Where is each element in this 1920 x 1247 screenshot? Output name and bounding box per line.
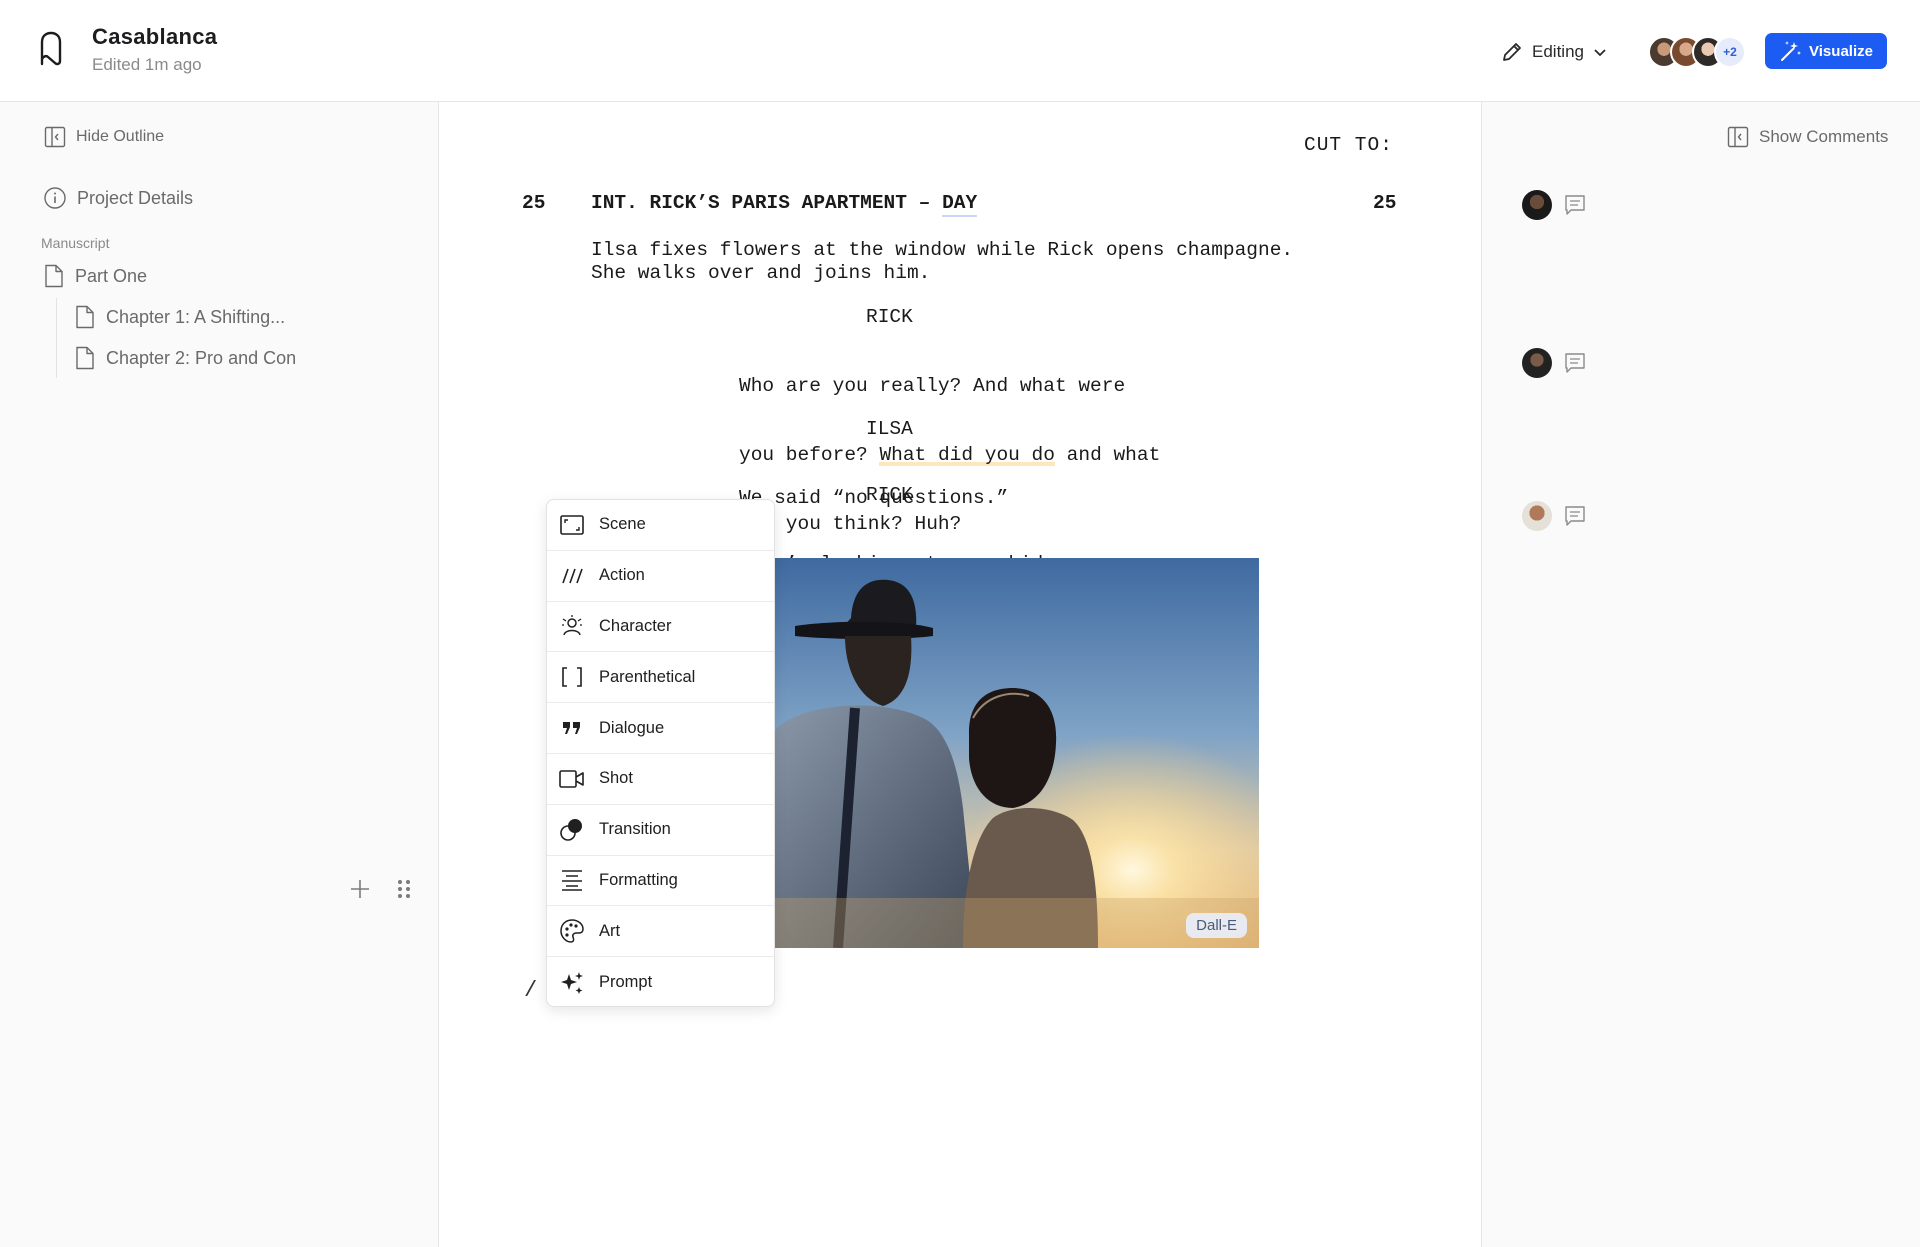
panel-collapse-icon bbox=[44, 126, 66, 148]
action-block[interactable]: Ilsa fixes flowers at the window while R… bbox=[591, 239, 1293, 285]
dialogue-line: Who are you really? And what were bbox=[739, 375, 1126, 397]
scene-icon bbox=[559, 512, 585, 538]
menu-item-label: Formatting bbox=[599, 870, 678, 889]
comment-thread[interactable] bbox=[1522, 348, 1586, 378]
outline-item-part-one[interactable]: Part One bbox=[43, 264, 147, 288]
show-comments-label: Show Comments bbox=[1759, 127, 1889, 146]
outline-item-chapter-1[interactable]: Chapter 1: A Shifting... bbox=[74, 305, 285, 329]
menu-item-label: Scene bbox=[599, 515, 646, 534]
visualize-label: Visualize bbox=[1809, 42, 1873, 60]
chevron-down-icon bbox=[1594, 49, 1606, 57]
document-icon bbox=[76, 305, 94, 329]
visualize-button[interactable]: Visualize bbox=[1765, 33, 1887, 69]
magic-wand-icon bbox=[1781, 41, 1802, 61]
slash-command-cursor[interactable]: / bbox=[524, 978, 537, 1003]
sparkles-icon bbox=[559, 970, 585, 996]
outline-item-chapter-2[interactable]: Chapter 2: Pro and Con bbox=[74, 346, 296, 370]
outline-sidebar: Hide Outline Project Details Manuscript … bbox=[0, 102, 439, 1247]
comment-thread[interactable] bbox=[1522, 190, 1586, 220]
project-details-label: Project Details bbox=[77, 187, 194, 208]
palette-icon bbox=[559, 918, 585, 944]
character-cue[interactable]: RICK bbox=[866, 306, 913, 328]
menu-item-dialogue[interactable]: Dialogue bbox=[547, 703, 774, 754]
menu-item-label: Dialogue bbox=[599, 718, 665, 737]
add-block-button[interactable] bbox=[346, 875, 374, 903]
image-source-badge: Dall-E bbox=[1186, 913, 1247, 938]
action-icon bbox=[559, 563, 585, 589]
document-icon bbox=[76, 346, 94, 370]
scene-heading-time: DAY bbox=[942, 192, 978, 217]
action-line: She walks over and joins him. bbox=[591, 262, 931, 284]
comment-thread[interactable] bbox=[1522, 501, 1586, 531]
pencil-icon bbox=[1503, 43, 1521, 61]
mode-label: Editing bbox=[1532, 42, 1584, 61]
scene-number-right: 25 bbox=[1373, 192, 1397, 214]
slash-command-menu: Scene Action Character Parenthetical Dia… bbox=[546, 499, 775, 1007]
info-icon bbox=[44, 187, 66, 209]
parenthetical-icon bbox=[559, 664, 585, 690]
comment-icon[interactable] bbox=[1564, 352, 1586, 374]
drag-handle-icon[interactable] bbox=[394, 875, 414, 903]
menu-item-label: Action bbox=[599, 566, 645, 585]
show-comments-button[interactable]: Show Comments bbox=[1727, 126, 1888, 148]
menu-item-label: Prompt bbox=[599, 973, 653, 992]
generated-image[interactable]: Dall-E bbox=[773, 558, 1259, 948]
mode-dropdown[interactable]: Editing bbox=[1500, 38, 1608, 66]
project-details-link[interactable]: Project Details bbox=[43, 186, 193, 210]
avatar[interactable] bbox=[1522, 190, 1552, 220]
menu-item-formatting[interactable]: Formatting bbox=[547, 856, 774, 907]
character-cue[interactable]: RICK bbox=[866, 484, 913, 506]
dialogue-text: and what bbox=[1054, 444, 1161, 466]
video-camera-icon bbox=[559, 766, 585, 792]
menu-item-transition[interactable]: Transition bbox=[547, 805, 774, 856]
scene-heading-location: INT. RICK’S PARIS APARTMENT – bbox=[591, 192, 943, 214]
menu-item-art[interactable]: Art bbox=[547, 906, 774, 958]
menu-item-parenthetical[interactable]: Parenthetical bbox=[547, 652, 774, 704]
more-collaborators-badge[interactable]: +2 bbox=[1714, 36, 1746, 68]
menu-item-shot[interactable]: Shot bbox=[547, 754, 774, 805]
plus-icon bbox=[351, 880, 369, 898]
transition-icon bbox=[559, 817, 585, 843]
menu-item-scene[interactable]: Scene bbox=[547, 500, 774, 551]
comment-icon[interactable] bbox=[1564, 194, 1586, 216]
character-cue[interactable]: ILSA bbox=[866, 418, 913, 440]
outline-item-label: Chapter 1: A Shifting... bbox=[106, 306, 286, 327]
menu-item-label: Art bbox=[599, 921, 621, 940]
outline-item-label: Chapter 2: Pro and Con bbox=[106, 347, 297, 368]
hide-outline-label: Hide Outline bbox=[76, 128, 165, 145]
menu-item-action[interactable]: Action bbox=[547, 551, 774, 602]
hide-outline-button[interactable]: Hide Outline bbox=[44, 126, 164, 148]
action-line: Ilsa fixes flowers at the window while R… bbox=[591, 239, 1294, 261]
menu-item-label: Transition bbox=[599, 820, 671, 839]
app-logo-icon[interactable] bbox=[36, 30, 66, 70]
menu-item-character[interactable]: Character bbox=[547, 602, 774, 653]
menu-item-label: Parenthetical bbox=[599, 667, 696, 686]
avatar[interactable] bbox=[1522, 501, 1552, 531]
outline-item-label: Part One bbox=[75, 265, 148, 286]
character-icon bbox=[559, 613, 585, 639]
couple-at-sunset-image bbox=[773, 558, 1259, 948]
scene-heading[interactable]: INT. RICK’S PARIS APARTMENT – DAY bbox=[591, 192, 978, 217]
scene-number-left: 25 bbox=[522, 192, 546, 214]
quote-icon bbox=[559, 715, 585, 741]
panel-expand-icon bbox=[1727, 126, 1749, 148]
comments-sidebar: Show Comments bbox=[1481, 102, 1920, 1247]
avatar[interactable] bbox=[1522, 348, 1552, 378]
comment-icon[interactable] bbox=[1564, 505, 1586, 527]
transition-line[interactable]: CUT TO: bbox=[1304, 134, 1393, 156]
document-title[interactable]: Casablanca bbox=[92, 24, 217, 50]
manuscript-section-label: Manuscript bbox=[41, 235, 110, 251]
outline-tree-line bbox=[56, 298, 57, 378]
last-edited-status: Edited 1m ago bbox=[92, 55, 202, 74]
menu-item-prompt[interactable]: Prompt bbox=[547, 957, 774, 1006]
document-icon bbox=[45, 264, 63, 288]
collaborator-avatars[interactable]: +2 bbox=[1648, 36, 1746, 68]
top-bar: Casablanca Edited 1m ago Editing +2 Visu… bbox=[0, 0, 1920, 102]
align-center-icon bbox=[559, 867, 585, 893]
menu-item-label: Shot bbox=[599, 769, 633, 788]
menu-item-label: Character bbox=[599, 616, 672, 635]
